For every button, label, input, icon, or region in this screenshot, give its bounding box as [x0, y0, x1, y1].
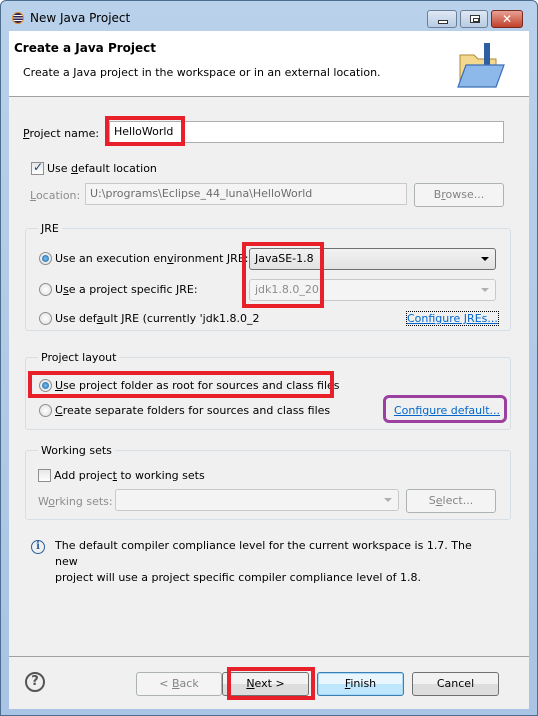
select-working-sets-button[interactable]: Select... [406, 489, 496, 513]
jre-group-label: JRE [38, 222, 62, 235]
eclipse-icon [12, 12, 24, 24]
info-line-1: The default compiler compliance level fo… [55, 539, 472, 568]
cancel-button[interactable]: Cancel [412, 672, 499, 696]
working-sets-group-label: Working sets [38, 444, 115, 457]
project-specific-jre-radio[interactable] [39, 283, 52, 296]
execution-environment-radio[interactable] [39, 252, 52, 265]
button-bar-separator [9, 656, 529, 657]
default-jre-label: Use default JRE (currently 'jdk1.8.0_2 [55, 312, 260, 325]
chevron-down-icon [481, 257, 489, 261]
execution-environment-label: Use an execution environment JRE: [55, 252, 249, 265]
add-to-working-sets-label: Add project to working sets [54, 469, 205, 482]
help-icon[interactable]: ? [25, 672, 45, 692]
highlight-project-folder-root [28, 371, 334, 398]
window-title: New Java Project [30, 11, 131, 25]
project-name-label: Project name: [23, 127, 100, 140]
project-layout-group-label: Project layout [38, 351, 120, 364]
working-sets-select[interactable] [115, 489, 399, 511]
maximize-icon [470, 15, 480, 23]
new-java-project-window: New Java Project ✕ Create a Java Project… [0, 0, 538, 716]
title-bar[interactable]: New Java Project ✕ [1, 1, 537, 31]
browse-button[interactable]: Browse... [414, 183, 504, 207]
finish-button[interactable]: Finish [317, 672, 404, 696]
location-label: Location: [30, 189, 81, 202]
chevron-down-icon [384, 498, 392, 502]
page-description: Create a Java project in the workspace o… [23, 66, 381, 79]
minimize-button[interactable] [427, 10, 457, 28]
project-specific-jre-label: Use a project specific JRE: [55, 283, 198, 296]
chevron-down-icon [481, 288, 489, 292]
separate-folders-radio[interactable] [39, 404, 52, 417]
highlight-next-button [227, 667, 315, 700]
info-icon: i [31, 540, 45, 554]
wizard-header: Create a Java Project Create a Java proj… [9, 31, 529, 97]
close-icon: ✕ [501, 12, 513, 26]
working-sets-label: Working sets: [38, 495, 113, 508]
highlight-project-name [105, 116, 185, 146]
location-input[interactable]: U:\programs\Eclipse_44_luna\HelloWorld [85, 183, 407, 205]
add-to-working-sets-checkbox[interactable] [38, 469, 51, 482]
highlight-configure-default [383, 395, 507, 423]
highlight-jre-select [242, 242, 324, 308]
configure-jres-link[interactable]: Configure JREs... [406, 311, 499, 326]
default-jre-radio[interactable] [39, 312, 52, 325]
back-button[interactable]: < Back [136, 672, 222, 696]
maximize-button[interactable] [460, 10, 488, 28]
use-default-location-label: Use default location [47, 162, 157, 175]
separate-folders-label: Create separate folders for sources and … [55, 404, 331, 417]
page-title: Create a Java Project [14, 41, 157, 55]
compliance-info-message: The default compiler compliance level fo… [55, 538, 495, 586]
minimize-icon [438, 20, 448, 24]
info-line-2: project will use a project specific comp… [55, 571, 422, 584]
close-button[interactable]: ✕ [491, 10, 523, 28]
dialog-client: Create a Java Project Create a Java proj… [9, 31, 529, 709]
use-default-location-checkbox[interactable] [31, 160, 44, 175]
java-project-folder-icon [457, 43, 505, 88]
